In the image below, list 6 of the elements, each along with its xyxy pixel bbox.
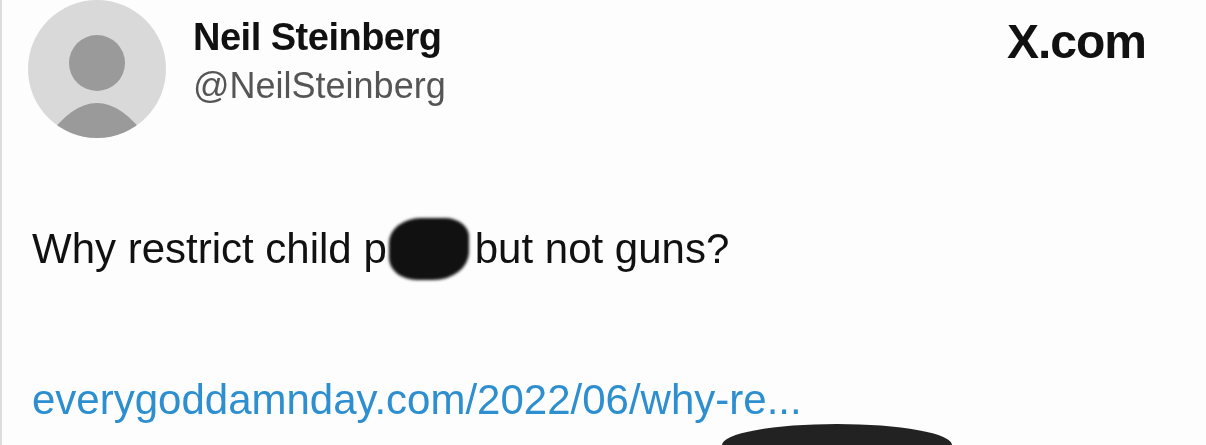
tweet-text: but not guns? xyxy=(474,225,730,273)
tweet-link[interactable]: everygoddamnday.com/2022/06/why-re... xyxy=(32,376,802,424)
author-name: Neil Steinberg xyxy=(193,16,443,59)
author-handle: @NeilSteinberg xyxy=(193,65,446,107)
source-label: X.com xyxy=(1006,14,1146,69)
tweet-text: Why restrict child p xyxy=(32,225,387,273)
